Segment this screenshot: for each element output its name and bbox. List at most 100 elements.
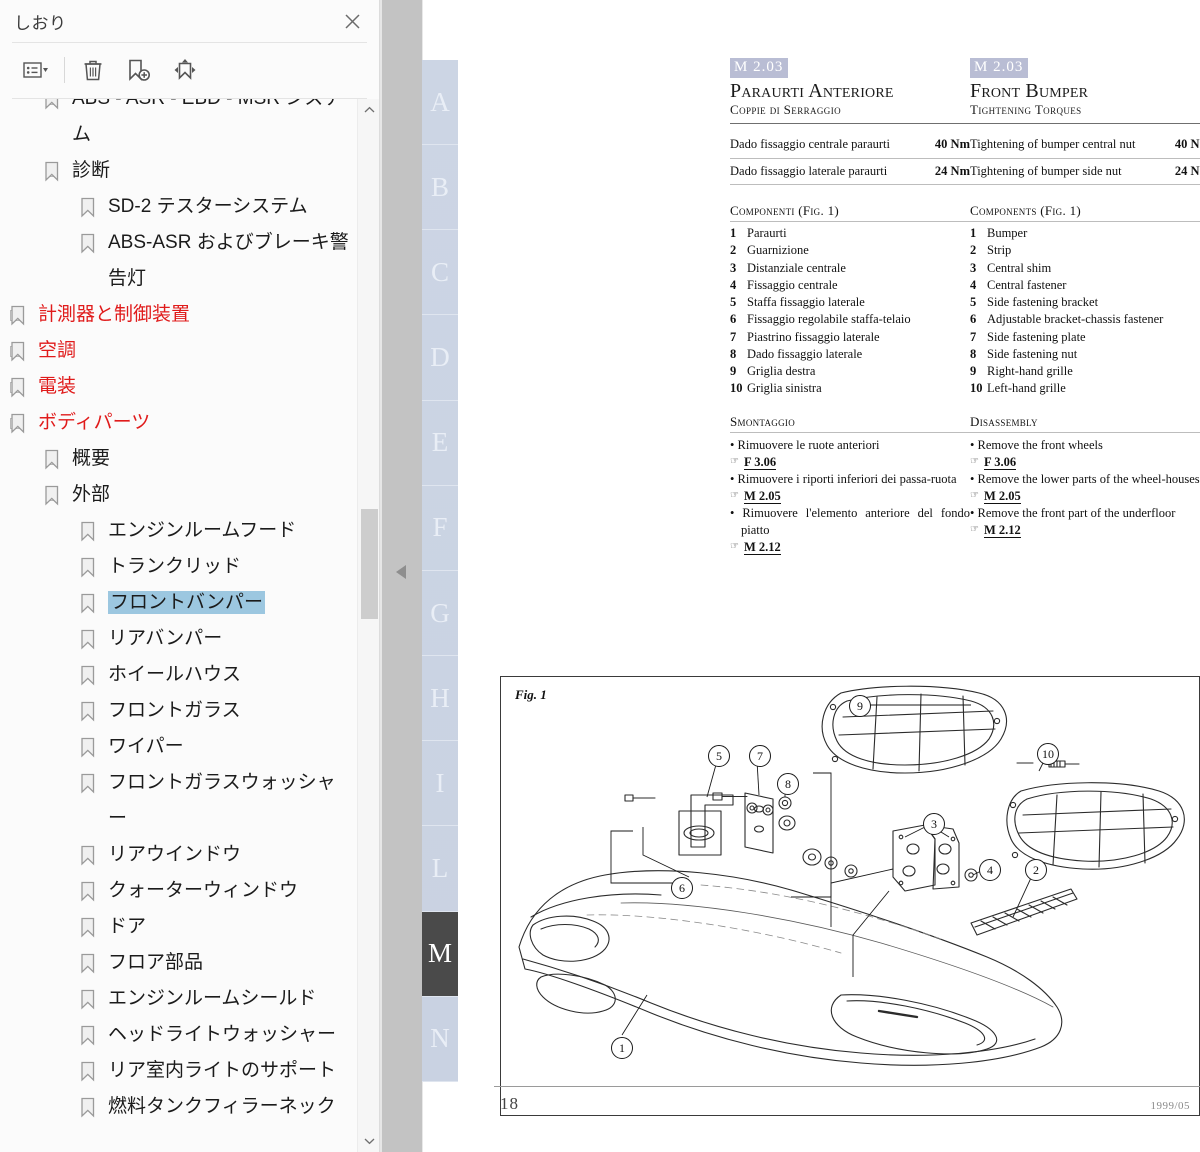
component-number: 5 (970, 295, 977, 309)
add-bookmark-icon[interactable] (117, 50, 161, 90)
column-italian: M 2.03 Paraurti Anteriore Coppie di Serr… (730, 58, 970, 556)
procedure-step: • Remove the front part of the underfloo… (970, 505, 1200, 522)
cross-reference[interactable]: ☞ M 2.05 (970, 488, 1200, 505)
cross-reference-code: M 2.12 (984, 522, 1021, 538)
scrollbar-thumb[interactable] (361, 509, 378, 619)
index-tab-i[interactable]: I (422, 741, 458, 827)
index-tab-g[interactable]: G (422, 571, 458, 657)
cross-reference-code: F 3.06 (744, 454, 777, 470)
index-tab-c[interactable]: C (422, 230, 458, 316)
bookmark-icon (78, 729, 100, 765)
close-icon[interactable] (335, 4, 369, 38)
bookmark-item[interactable]: 計測器と制御装置 (0, 297, 358, 333)
bookmarks-scrollbar[interactable] (357, 99, 379, 1152)
component-item: 1 Paraurti (730, 225, 970, 242)
index-tab-n[interactable]: N (422, 997, 458, 1082)
bookmark-item[interactable]: ドア (0, 909, 358, 945)
list-options-icon[interactable] (14, 50, 58, 90)
procedure-step: • Remove the front wheels (970, 437, 1200, 454)
component-item: 5 Staffa fissaggio laterale (730, 294, 970, 311)
bookmark-item[interactable]: トランクリッド (0, 549, 358, 585)
figure-callout-9: 9 (849, 695, 871, 717)
index-tab-l[interactable]: L (422, 826, 458, 912)
index-tab-a[interactable]: A (422, 60, 458, 146)
index-tab-m[interactable]: M (422, 911, 458, 997)
bookmark-item[interactable]: 空調 (0, 333, 358, 369)
component-item: 9 Right-hand grille (970, 363, 1200, 380)
index-tab-f[interactable]: F (422, 486, 458, 571)
bookmark-item[interactable]: リアウインドウ (0, 837, 358, 873)
footer-rule (494, 1086, 1200, 1087)
cross-reference[interactable]: ☞ M 2.12 (970, 522, 1200, 539)
bookmark-label: フロントガラス (108, 700, 241, 721)
bookmark-item[interactable]: 外部 (0, 477, 358, 513)
bookmark-icon (78, 549, 100, 585)
bookmark-item[interactable]: リアバンパー (0, 621, 358, 657)
bookmark-item[interactable]: フロントガラスウォッシャー (0, 765, 358, 837)
index-tab-e[interactable]: E (422, 401, 458, 486)
torque-table-en: Tightening of bumper central nut40 NmTig… (970, 132, 1200, 185)
bookmark-icon (78, 189, 100, 225)
bullet-icon: • (970, 505, 978, 520)
panel-splitter[interactable] (380, 0, 422, 1152)
collapse-panel-button[interactable] (380, 548, 422, 596)
bookmark-item[interactable]: 診断 (0, 153, 358, 189)
component-name: Side fastening plate (987, 329, 1086, 344)
component-number: 6 (730, 312, 737, 327)
component-name: Fissaggio regolabile staffa-telaio (747, 312, 911, 327)
index-tab-h[interactable]: H (422, 656, 458, 742)
bookmark-item[interactable]: フロントバンパー (0, 585, 358, 621)
bookmark-item[interactable]: SD-2 テスターシステム (0, 189, 358, 225)
bookmark-item[interactable]: ワイパー (0, 729, 358, 765)
bookmark-label: ワイパー (108, 736, 184, 757)
bookmark-item[interactable]: フロントガラス (0, 693, 358, 729)
bookmark-item[interactable]: エンジンルームフード (0, 513, 358, 549)
index-tab-b[interactable]: B (422, 145, 458, 231)
column-english: M 2.03 Front Bumper Tightening Torques T… (970, 58, 1200, 539)
component-number: 2 (730, 243, 737, 258)
chevron-up-icon[interactable] (358, 99, 380, 121)
component-number: 3 (730, 260, 737, 275)
procedure-step-text: Rimuovere l'elemento anteriore del fondo… (741, 505, 970, 537)
bookmark-item[interactable]: ABS-ASR およびブレーキ警告灯 (0, 225, 358, 297)
index-tab-d[interactable]: D (422, 315, 458, 401)
bookmark-item[interactable]: エンジンルームシールド (0, 981, 358, 1017)
component-number: 4 (730, 277, 737, 292)
bookmark-icon (78, 693, 100, 729)
cross-reference[interactable]: ☞ F 3.06 (970, 454, 1200, 471)
bookmark-item[interactable]: ホイールハウス (0, 657, 358, 693)
bookmark-item[interactable]: 燃料タンクフィラーネック (0, 1089, 358, 1125)
bookmark-item[interactable]: クォーターウィンドウ (0, 873, 358, 909)
bookmarks-header: しおり (0, 0, 379, 42)
bookmark-item[interactable]: フロア部品 (0, 945, 358, 981)
bookmark-item[interactable]: 電装 (0, 369, 358, 405)
cross-reference[interactable]: ☞ F 3.06 (730, 454, 970, 471)
bookmark-icon (78, 765, 100, 801)
component-name: Bumper (987, 226, 1028, 240)
cross-reference[interactable]: ☞ M 2.05 (730, 488, 970, 505)
component-name: Dado fissaggio laterale (747, 346, 863, 361)
components-heading-en: Components (Fig. 1) (970, 203, 1082, 218)
components-rule-en (970, 221, 1200, 222)
front-bumper-exploded-drawing (518, 685, 1185, 1066)
component-number: 2 (970, 243, 977, 258)
bookmark-label: 燃料タンクフィラーネック (108, 1096, 336, 1117)
bookmark-item[interactable]: ヘッドライトウォッシャー (0, 1017, 358, 1053)
chevron-down-icon[interactable] (358, 1130, 380, 1152)
cross-reference[interactable]: ☞ M 2.12 (730, 539, 970, 556)
bookmark-item[interactable]: リア室内ライトのサポート (0, 1053, 358, 1089)
bookmark-icon (78, 585, 100, 621)
components-list-en: 1 Bumper 2 Strip 3 Central shim 4 Central faste… (970, 225, 1200, 398)
component-name: Strip (987, 243, 1012, 258)
bookmark-label: 概要 (72, 448, 111, 469)
title-rule-en (970, 123, 1200, 124)
bookmark-item[interactable]: ABS - ASR - EBD - MSR システム (0, 99, 358, 153)
expand-bookmark-icon[interactable] (163, 50, 207, 90)
bookmark-label: 診断 (72, 160, 111, 181)
bookmark-item[interactable]: ボディパーツ (0, 405, 358, 441)
figure-callout-4: 4 (979, 859, 1001, 881)
bookmark-item[interactable]: 概要 (0, 441, 358, 477)
bookmark-icon (8, 369, 30, 405)
trash-icon[interactable] (71, 50, 115, 90)
pointing-hand-icon: ☞ (730, 455, 739, 467)
